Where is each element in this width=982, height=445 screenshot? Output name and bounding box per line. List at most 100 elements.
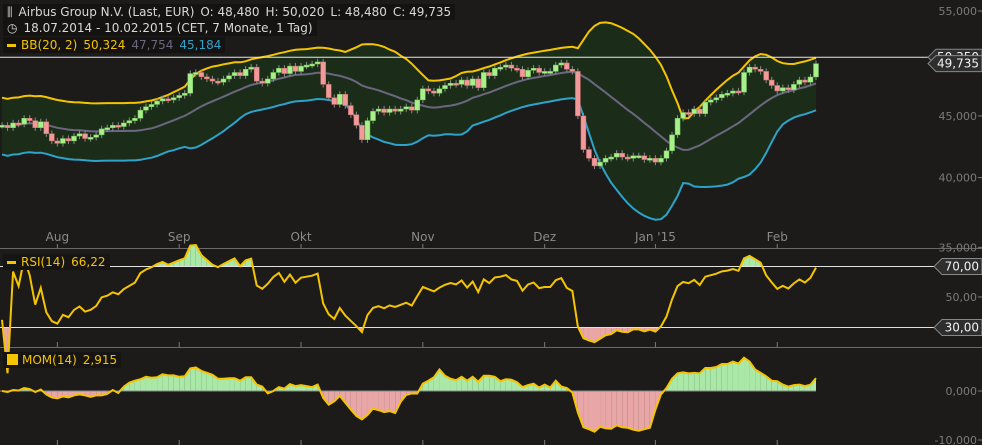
mom-positive-fill: [190, 367, 196, 391]
candle-body: [54, 140, 61, 144]
month-label: Nov: [411, 230, 434, 244]
candle-body: [115, 125, 122, 128]
mom-positive-fill: [151, 377, 158, 391]
candle-body: [364, 120, 371, 140]
candle-body: [486, 72, 493, 76]
candle-body: [320, 61, 326, 85]
mom-negative-fill: [633, 391, 639, 431]
candle-body: [674, 118, 681, 136]
candle-body: [475, 78, 481, 88]
candle-body: [309, 63, 315, 67]
mom-negative-fill: [600, 391, 606, 429]
candle-body: [298, 65, 304, 72]
candle-body: [525, 70, 531, 78]
candle-body: [685, 112, 692, 115]
mom-negative-fill: [373, 391, 379, 411]
candle-body: [32, 120, 38, 128]
candle-body: [708, 99, 714, 103]
price-axis-label: 45,000: [939, 110, 978, 123]
mom-negative-fill: [616, 391, 623, 428]
candle-body: [176, 95, 182, 98]
mom-legend[interactable]: MOM(14) 2,915: [3, 352, 122, 368]
chart-canvas[interactable]: 55,000 45,000 40,000 35,000 50,00 0,000 -10,00…: [0, 0, 982, 445]
candle: [325, 81, 332, 101]
candle-body: [143, 106, 149, 111]
mom-negative-fill: [644, 391, 650, 430]
candle-body: [796, 79, 803, 85]
candle-body: [735, 90, 742, 94]
candle-body: [342, 94, 349, 106]
rsi-value: 66,22: [71, 255, 106, 269]
mom-positive-fill: [223, 378, 230, 391]
candle-body: [353, 114, 360, 126]
candle: [320, 58, 326, 88]
candle: [253, 64, 260, 85]
price-tag-label: 30,00: [945, 321, 979, 335]
candle-body: [702, 101, 709, 114]
candle-body: [331, 97, 337, 105]
candle-body: [763, 71, 769, 81]
candle-body: [43, 121, 50, 134]
candle-body: [425, 88, 432, 92]
candle-body: [597, 161, 603, 167]
candle-body: [530, 67, 537, 71]
candle-body: [126, 120, 133, 124]
candle-body: [303, 64, 310, 68]
candle-body: [348, 105, 354, 116]
mom-label: MOM(14): [22, 353, 77, 367]
candle-body: [624, 156, 631, 160]
candle-body: [187, 73, 194, 94]
rsi-overbought-fill: [190, 245, 196, 267]
candle-body: [287, 65, 293, 74]
mom-positive-fill: [771, 380, 778, 391]
candle-body: [87, 137, 94, 140]
price-tag-last: 49,735: [927, 55, 982, 73]
month-label: Sep: [168, 230, 191, 244]
low-value: L: 48,480: [330, 5, 387, 19]
mom-positive-fill: [162, 374, 169, 391]
mom-positive-fill: [173, 375, 180, 391]
candle-body: [575, 71, 581, 117]
price-tag-label: 49,735: [937, 57, 979, 71]
candle-body: [148, 104, 155, 107]
candle-body: [552, 64, 559, 72]
candle-body: [636, 155, 642, 159]
candle-body: [392, 108, 398, 112]
mom-positive-fill: [168, 375, 174, 391]
high-value: H: 50,020: [265, 5, 325, 19]
candle-body: [503, 64, 509, 68]
candle-body: [270, 72, 277, 80]
candle-body: [215, 80, 221, 84]
candle-body: [436, 88, 443, 94]
candle-body: [253, 66, 260, 82]
candle-body: [547, 71, 553, 74]
candle-body: [137, 109, 144, 119]
mom-positive-fill: [716, 364, 722, 391]
candle-body: [403, 106, 409, 110]
candle-body: [121, 122, 127, 127]
mom-positive-fill: [489, 375, 495, 391]
candle-body: [60, 138, 66, 144]
candle-body: [591, 158, 598, 167]
candle-body: [569, 69, 576, 72]
mom-positive-fill: [688, 372, 695, 391]
candle-body: [791, 84, 797, 91]
candle-body: [10, 122, 16, 128]
candle-body: [4, 125, 11, 128]
mom-positive-fill: [229, 378, 235, 391]
candle: [586, 146, 592, 162]
close-value: C: 49,735: [392, 5, 452, 19]
candle-body: [220, 78, 227, 83]
month-label: Jan '15: [634, 230, 676, 244]
candle-body: [691, 108, 697, 114]
bb-legend[interactable]: BB(20, 2) 50,324 47,754 45,184: [3, 37, 226, 53]
candle-body: [613, 153, 620, 158]
rsi-legend[interactable]: RSI(14) 66,22: [3, 254, 110, 270]
candle-body: [519, 69, 526, 78]
candle-body: [768, 79, 775, 86]
candle-body: [757, 69, 764, 72]
mom-positive-fill: [727, 361, 733, 391]
candle-body: [580, 115, 587, 150]
mom-positive-fill: [732, 361, 739, 391]
bb-middle-value: 47,754: [131, 38, 174, 52]
